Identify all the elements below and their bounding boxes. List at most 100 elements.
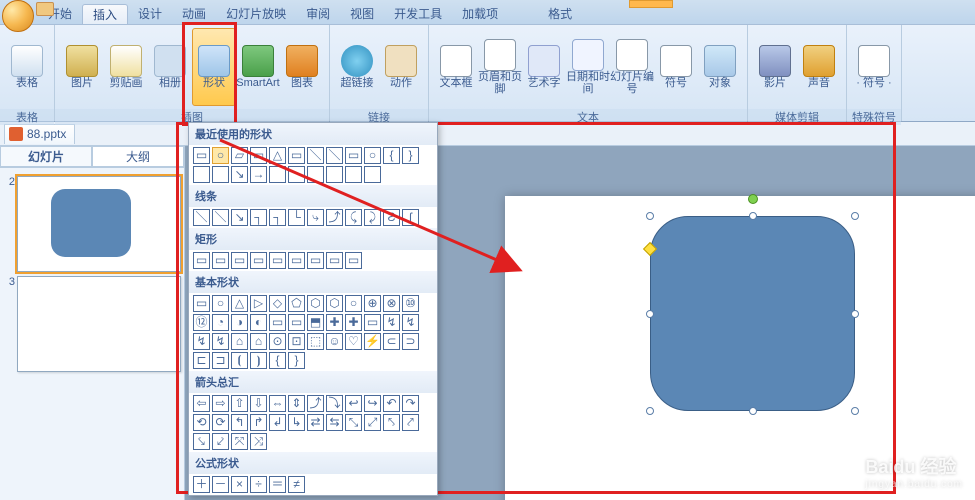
shape-glyph-icon[interactable]: ○ [345, 295, 362, 312]
symbol2-button[interactable]: · 符号 · [852, 28, 896, 106]
object-button[interactable]: 对象 [698, 28, 742, 106]
shape-glyph-icon[interactable]: ≠ [288, 476, 305, 493]
shape-glyph-icon[interactable] [364, 166, 381, 183]
shape-glyph-icon[interactable]: ⤨ [250, 433, 267, 450]
ribbon-tab-视图[interactable]: 视图 [340, 4, 384, 24]
shape-glyph-icon[interactable]: ＼ [326, 147, 343, 164]
shape-glyph-icon[interactable]: { [383, 147, 400, 164]
shape-glyph-icon[interactable]: ⤧ [231, 433, 248, 450]
shape-glyph-icon[interactable]: ⇩ [250, 395, 267, 412]
shape-glyph-icon[interactable]: ↪ [364, 395, 381, 412]
shape-glyph-icon[interactable]: ▭ [345, 252, 362, 269]
shape-glyph-icon[interactable]: Ƨ [383, 209, 400, 226]
shape-glyph-icon[interactable]: ⟲ [193, 414, 210, 431]
shape-glyph-icon[interactable]: ○ [364, 147, 381, 164]
movie-button[interactable]: 影片 [753, 28, 797, 106]
shape-glyph-icon[interactable]: － [212, 476, 229, 493]
shape-glyph-icon[interactable]: ○ [212, 147, 229, 164]
shape-glyph-icon[interactable]: ◔ [212, 314, 229, 331]
ribbon-tab-设计[interactable]: 设计 [128, 4, 172, 24]
shape-glyph-icon[interactable]: ⊂ [383, 333, 400, 350]
smartart-button[interactable]: SmartArt [236, 28, 280, 106]
shape-glyph-icon[interactable] [326, 166, 343, 183]
shape-glyph-icon[interactable]: ▭ [364, 314, 381, 331]
shape-glyph-icon[interactable]: ⊗ [383, 295, 400, 312]
textbox-button[interactable]: 文本框 [434, 28, 478, 106]
shape-glyph-icon[interactable]: ⤦ [212, 433, 229, 450]
chart-button[interactable]: 图表 [280, 28, 324, 106]
shape-glyph-icon[interactable]: ⤡ [345, 414, 362, 431]
shape-glyph-icon[interactable]: ▭ [326, 252, 343, 269]
shape-glyph-icon[interactable]: ▭ [345, 147, 362, 164]
shape-glyph-icon[interactable]: ○ [212, 295, 229, 312]
shape-glyph-icon[interactable]: ▭ [250, 147, 267, 164]
shape-glyph-icon[interactable] [193, 166, 210, 183]
shape-glyph-icon[interactable]: ⇦ [193, 395, 210, 412]
shapes-button[interactable]: 形状 [192, 28, 236, 106]
shape-glyph-icon[interactable] [307, 166, 324, 183]
shape-glyph-icon[interactable]: ⤷ [307, 209, 324, 226]
resize-handle-b[interactable] [749, 407, 757, 415]
quick-access-toolbar[interactable] [36, 2, 54, 16]
table-button[interactable]: 表格 [5, 28, 49, 106]
shape-glyph-icon[interactable]: ▭ [193, 295, 210, 312]
shape-glyph-icon[interactable]: ＼ [212, 209, 229, 226]
shape-glyph-icon[interactable]: ⦗ [231, 352, 248, 369]
shape-glyph-icon[interactable]: ⑫ [193, 314, 210, 331]
shape-glyph-icon[interactable]: ↯ [193, 333, 210, 350]
shape-glyph-icon[interactable]: ▷ [250, 295, 267, 312]
document-tab[interactable]: 88.pptx [4, 124, 75, 144]
clipart-button[interactable]: 剪贴画 [104, 28, 148, 106]
shape-glyph-icon[interactable]: ⊃ [402, 333, 419, 350]
office-orb-button[interactable] [2, 0, 34, 32]
shape-glyph-icon[interactable]: ⤹ [345, 209, 362, 226]
shape-glyph-icon[interactable]: ⇆ [326, 414, 343, 431]
shape-glyph-icon[interactable]: ⤤ [402, 414, 419, 431]
shape-glyph-icon[interactable]: ↰ [231, 414, 248, 431]
shape-glyph-icon[interactable]: ↳ [288, 414, 305, 431]
hyperlink-button[interactable]: 超链接 [335, 28, 379, 106]
shape-glyph-icon[interactable]: △ [231, 295, 248, 312]
shape-glyph-icon[interactable]: ⤣ [383, 414, 400, 431]
resize-handle-tl[interactable] [646, 212, 654, 220]
ribbon-tab-动画[interactable]: 动画 [172, 4, 216, 24]
shape-glyph-icon[interactable]: ⇄ [307, 414, 324, 431]
shape-glyph-icon[interactable]: ⦘ [250, 352, 267, 369]
shape-glyph-icon[interactable]: ⬡ [307, 295, 324, 312]
shape-glyph-icon[interactable]: ┐ [269, 209, 286, 226]
shape-glyph-icon[interactable]: ↲ [269, 414, 286, 431]
shape-glyph-icon[interactable]: ⤢ [364, 414, 381, 431]
album-button[interactable]: 相册 [148, 28, 192, 106]
resize-handle-t[interactable] [749, 212, 757, 220]
resize-handle-r[interactable] [851, 310, 859, 318]
shape-glyph-icon[interactable]: ＼ [193, 209, 210, 226]
shape-glyph-icon[interactable]: ＋ [193, 476, 210, 493]
shape-glyph-icon[interactable]: ✚ [345, 314, 362, 331]
shape-glyph-icon[interactable]: ↯ [402, 314, 419, 331]
shape-glyph-icon[interactable]: ▭ [307, 252, 324, 269]
shape-glyph-icon[interactable]: ↯ [212, 333, 229, 350]
ribbon-tab-开发工具[interactable]: 开发工具 [384, 4, 452, 24]
shape-glyph-icon[interactable]: ▭ [288, 314, 305, 331]
shape-glyph-icon[interactable]: ⬡ [326, 295, 343, 312]
shape-glyph-icon[interactable]: ↷ [402, 395, 419, 412]
ribbon-tab-插入[interactable]: 插入 [82, 4, 128, 24]
shape-glyph-icon[interactable]: ▭ [250, 252, 267, 269]
shape-glyph-icon[interactable]: ＝ [269, 476, 286, 493]
shape-glyph-icon[interactable]: × [231, 476, 248, 493]
ribbon-tab-加载项[interactable]: 加载项 [452, 4, 508, 24]
shape-glyph-icon[interactable]: ⇕ [288, 395, 305, 412]
shape-glyph-icon[interactable]: ⌂ [250, 333, 267, 350]
shape-glyph-icon[interactable] [288, 166, 305, 183]
shape-glyph-icon[interactable]: ▭ [269, 314, 286, 331]
ribbon-tab-审阅[interactable]: 审阅 [296, 4, 340, 24]
headerfooter-button[interactable]: 页眉和页脚 [478, 28, 522, 106]
action-button[interactable]: 动作 [379, 28, 423, 106]
shape-glyph-icon[interactable]: ⤥ [193, 433, 210, 450]
shape-glyph-icon[interactable]: → [250, 166, 267, 183]
shape-glyph-icon[interactable]: } [288, 352, 305, 369]
wordart-button[interactable]: 艺术字 [522, 28, 566, 106]
shape-glyph-icon[interactable]: ▭ [212, 252, 229, 269]
shape-glyph-icon[interactable]: ↯ [383, 314, 400, 331]
shape-glyph-icon[interactable]: ʃ [402, 209, 419, 226]
